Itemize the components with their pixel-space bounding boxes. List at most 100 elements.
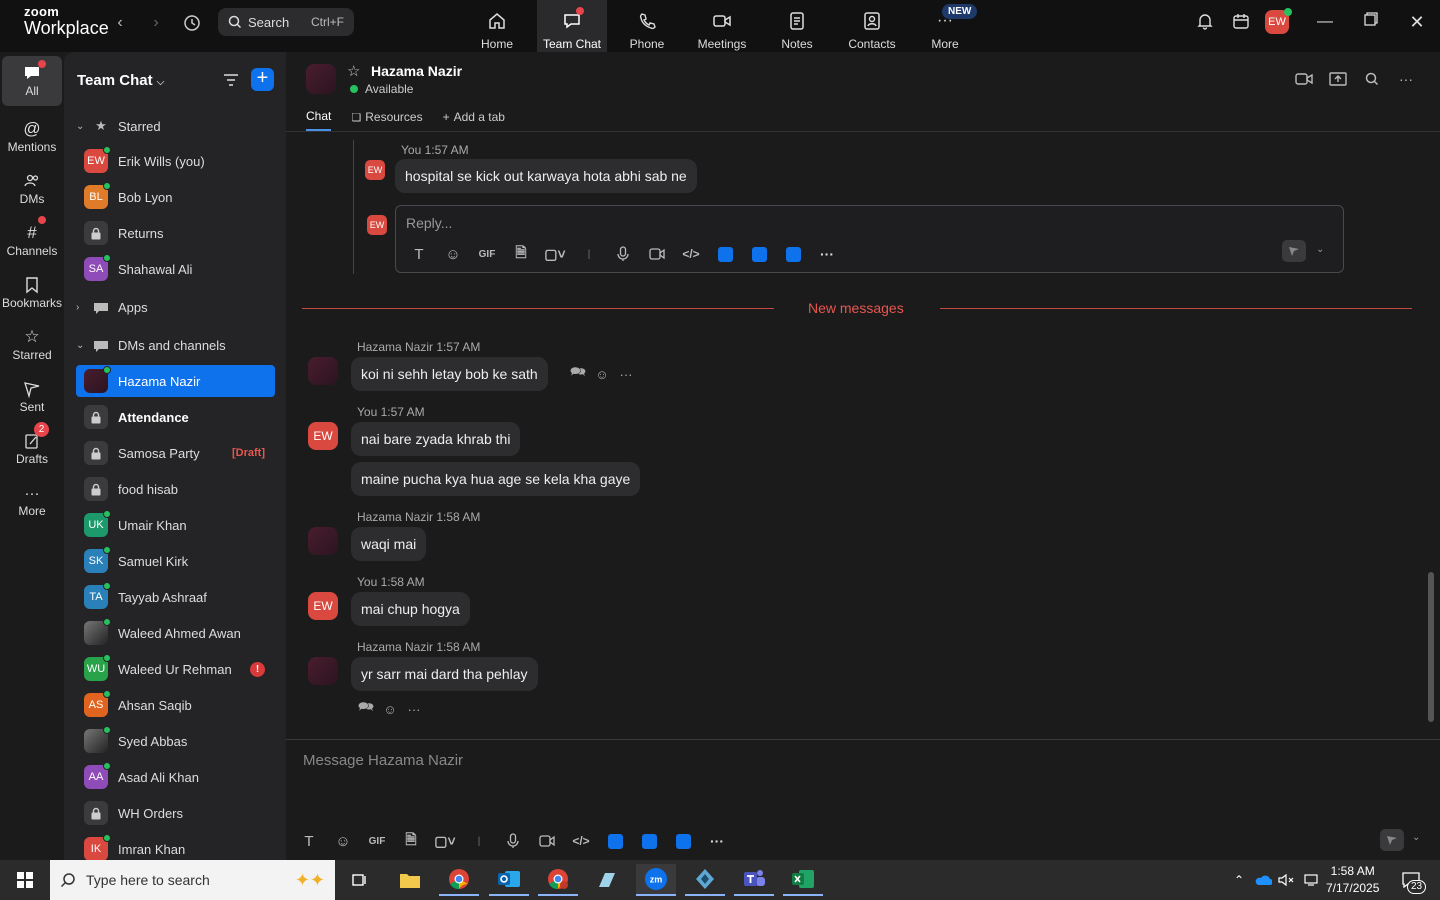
- restore-icon[interactable]: [1360, 12, 1382, 34]
- task-view-icon[interactable]: [340, 864, 380, 896]
- reply-thread-icon[interactable]: 🗪: [569, 364, 587, 382]
- history-icon[interactable]: [182, 14, 202, 34]
- tab-phone[interactable]: Phone: [612, 0, 682, 52]
- sidebar-title[interactable]: Team Chat ⌵: [77, 72, 164, 89]
- search-icon[interactable]: [1362, 70, 1382, 88]
- format-text-icon[interactable]: T: [408, 244, 430, 264]
- windows-start-icon[interactable]: [5, 864, 45, 896]
- chrome-profile-icon[interactable]: [538, 864, 578, 896]
- tab-notes[interactable]: Notes: [762, 0, 832, 52]
- tab-team-chat[interactable]: Team Chat: [537, 0, 607, 52]
- message-bubble[interactable]: hospital se kick out karwaya hota abhi s…: [395, 159, 697, 193]
- reply-thread-icon[interactable]: 🗪: [357, 699, 375, 717]
- sidebar-item-attendance[interactable]: Attendance: [76, 401, 275, 433]
- format-text-icon[interactable]: T: [298, 831, 320, 851]
- file-icon[interactable]: 🗎: [400, 831, 422, 851]
- message-bubble[interactable]: mai chup hogya: [351, 592, 470, 626]
- tab-meetings[interactable]: Meetings: [687, 0, 757, 52]
- docs-app-icon[interactable]: [604, 831, 626, 851]
- tab-contacts[interactable]: Contacts: [837, 0, 907, 52]
- minimize-icon[interactable]: —: [1314, 12, 1336, 34]
- filter-icon[interactable]: [221, 70, 241, 90]
- sidebar-item-umair-khan[interactable]: UK Umair Khan: [76, 509, 275, 541]
- sidebar-item-wh-orders[interactable]: WH Orders: [76, 797, 275, 829]
- chevron-down-icon[interactable]: ⌄: [1412, 832, 1420, 843]
- contact-avatar[interactable]: [306, 64, 336, 94]
- network-icon[interactable]: [1301, 870, 1321, 890]
- zoom-app-icon[interactable]: zm: [636, 864, 676, 896]
- forward-arrow-icon[interactable]: ›: [146, 14, 166, 34]
- emoji-icon[interactable]: ☺: [442, 244, 464, 264]
- more-options-icon[interactable]: ···: [1396, 70, 1416, 88]
- send-button[interactable]: [1380, 829, 1404, 851]
- video-message-icon[interactable]: [536, 831, 558, 851]
- whiteboard-app-icon[interactable]: [748, 244, 770, 264]
- message-bubble[interactable]: waqi mai: [351, 527, 427, 561]
- code-icon[interactable]: </>: [680, 244, 702, 264]
- add-tab-button[interactable]: + Add a tab: [443, 109, 505, 131]
- sidebar-item-erik-wills-you[interactable]: EW Erik Wills (you): [76, 145, 275, 177]
- tab-home[interactable]: Home: [462, 0, 532, 52]
- tab-chat[interactable]: Chat: [306, 109, 332, 131]
- section-dms[interactable]: ⌄ DMs and channels: [76, 338, 226, 353]
- more-icon[interactable]: ···: [617, 366, 635, 382]
- message-bubble[interactable]: yr sarr mai dard tha pehlay: [351, 657, 538, 691]
- video-call-icon[interactable]: [1294, 70, 1314, 88]
- sidebar-item-shahawal-ali[interactable]: SA Shahawal Ali: [76, 253, 275, 285]
- onedrive-icon[interactable]: [1253, 870, 1273, 890]
- reply-box[interactable]: Reply... T ☺ GIF 🗎 ▢˅ | </> ··· ⌄: [395, 205, 1344, 273]
- message-bubble[interactable]: koi ni sehh letay bob ke sath: [351, 357, 548, 391]
- chrome-icon[interactable]: [439, 864, 479, 896]
- sidebar-item-asad-ali-khan[interactable]: AA Asad Ali Khan: [76, 761, 275, 793]
- sidebar-item-hazama-nazir[interactable]: Hazama Nazir: [76, 365, 275, 397]
- sidebar-item-food-hisab[interactable]: food hisab: [76, 473, 275, 505]
- file-icon[interactable]: 🗎: [510, 244, 532, 264]
- more-tools-icon[interactable]: ···: [816, 244, 838, 264]
- sidebar-item-syed-abbas[interactable]: Syed Abbas: [76, 725, 275, 757]
- rail-starred[interactable]: ☆ Starred: [2, 320, 62, 370]
- scrollbar-thumb[interactable]: [1428, 572, 1434, 722]
- teams-icon[interactable]: [734, 864, 774, 896]
- sidebar-item-bob-lyon[interactable]: BL Bob Lyon: [76, 181, 275, 213]
- system-clock[interactable]: 1:58 AM 7/17/2025: [1326, 863, 1379, 897]
- rail-bookmarks[interactable]: Bookmarks: [2, 268, 62, 318]
- emoji-icon[interactable]: ☺: [332, 831, 354, 851]
- rail-dms[interactable]: DMs: [2, 164, 62, 214]
- gif-icon[interactable]: GIF: [476, 244, 498, 264]
- screenshot-icon[interactable]: ▢˅: [434, 831, 456, 851]
- meeting-app-icon[interactable]: [782, 244, 804, 264]
- bell-icon[interactable]: [1194, 12, 1216, 34]
- rail-mentions[interactable]: @ Mentions: [2, 112, 62, 162]
- meeting-app-icon[interactable]: [672, 831, 694, 851]
- section-starred[interactable]: ⌄ ★ Starred: [76, 118, 161, 134]
- notepad-app-icon[interactable]: [587, 864, 627, 896]
- star-icon[interactable]: ☆: [347, 62, 360, 80]
- chevron-down-icon[interactable]: ⌄: [1316, 244, 1324, 255]
- sidebar-item-returns[interactable]: Returns: [76, 217, 275, 249]
- excel-icon[interactable]: [783, 864, 823, 896]
- chevron-up-icon[interactable]: ⌃: [1229, 870, 1249, 890]
- video-message-icon[interactable]: [646, 244, 668, 264]
- rail-drafts[interactable]: Drafts: [2, 424, 62, 474]
- send-button[interactable]: [1282, 240, 1306, 262]
- calendar-icon[interactable]: [1230, 12, 1252, 34]
- new-chat-button[interactable]: +: [251, 68, 274, 91]
- rail-more[interactable]: ··· More: [2, 476, 62, 526]
- taskbar-search[interactable]: Type here to search ✦✦: [50, 860, 335, 900]
- add-reaction-icon[interactable]: ☺: [593, 366, 611, 382]
- message-bubble[interactable]: maine pucha kya hua age se kela kha gaye: [351, 462, 641, 496]
- message-bubble[interactable]: nai bare zyada khrab thi: [351, 422, 521, 456]
- sidebar-item-ahsan-saqib[interactable]: AS Ahsan Saqib: [76, 689, 275, 721]
- rail-all[interactable]: All: [2, 56, 62, 106]
- sidebar-item-samosa-party[interactable]: Samosa Party [Draft]: [76, 437, 275, 469]
- speaker-muted-icon[interactable]: [1277, 870, 1297, 890]
- microphone-icon[interactable]: [612, 244, 634, 264]
- sidebar-item-waleed-ahmed-awan[interactable]: Waleed Ahmed Awan: [76, 617, 275, 649]
- sidebar-item-tayyab-ashraaf[interactable]: TA Tayyab Ashraaf: [76, 581, 275, 613]
- docs-app-icon[interactable]: [714, 244, 736, 264]
- sidebar-item-waleed-ur-rehman[interactable]: WU Waleed Ur Rehman!: [76, 653, 275, 685]
- tab-resources[interactable]: ❏ Resources: [351, 109, 422, 131]
- remote-app-icon[interactable]: [685, 864, 725, 896]
- section-apps[interactable]: › Apps: [76, 300, 148, 315]
- gif-icon[interactable]: GIF: [366, 831, 388, 851]
